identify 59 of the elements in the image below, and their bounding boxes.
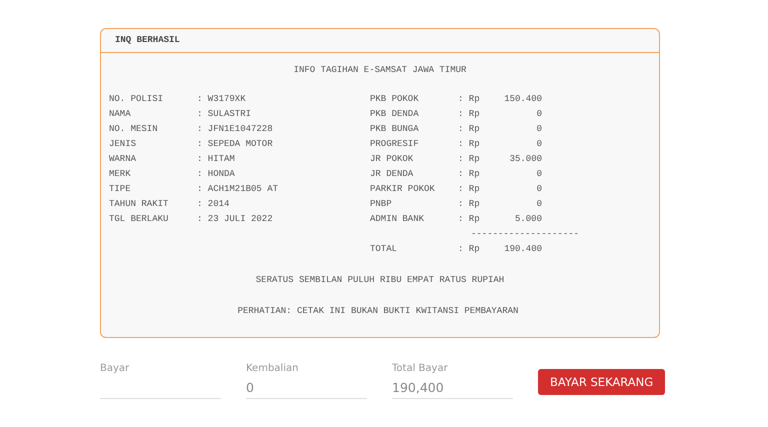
- field-label: NAMA: [109, 108, 132, 121]
- charge-label: PKB BUNGA: [370, 123, 420, 136]
- field-value: : HITAM: [197, 153, 236, 166]
- pay-now-button[interactable]: BAYAR SEKARANG: [538, 369, 666, 395]
- currency-label: : Rp: [458, 123, 481, 136]
- amount-value: 0: [536, 198, 542, 211]
- field-value: : HONDA: [197, 168, 236, 181]
- currency-label: : Rp: [458, 138, 481, 151]
- field-label: WARNA: [109, 153, 138, 166]
- input-field[interactable]: 0: [246, 377, 367, 399]
- receipt-title: INFO TAGIHAN E-SAMSAT JAWA TIMUR: [292, 64, 468, 77]
- amount-in-words: SERATUS SEMBILAN PULUH RIBU EMPAT RATUS RUPIAH: [254, 274, 506, 287]
- currency-label: : Rp: [458, 153, 481, 166]
- field-value: : W3179XK: [197, 93, 247, 106]
- field-value: : 2014: [197, 198, 230, 211]
- currency-label: : Rp: [458, 243, 481, 256]
- field-label: TGL BERLAKU: [109, 213, 170, 226]
- currency-label: : Rp: [458, 108, 481, 121]
- currency-label: : Rp: [458, 183, 481, 196]
- amount-value: 0: [536, 138, 542, 151]
- charge-label: JR POKOK: [370, 153, 414, 166]
- field-value: : ACH1M21B05 AT: [197, 183, 280, 196]
- currency-label: : Rp: [458, 93, 481, 106]
- charge-label: PARKIR POKOK: [370, 183, 436, 196]
- input-field[interactable]: 190,400: [392, 377, 513, 399]
- amount-value: 0: [536, 168, 542, 181]
- input-label: Total Bayar: [392, 362, 449, 375]
- amount-value: 35.000: [508, 153, 542, 166]
- amount-value: 190.400: [503, 243, 542, 256]
- field-value: : 23 JULI 2022: [197, 213, 274, 226]
- amount-value: 0: [536, 123, 542, 136]
- field-label: NO. POLISI: [109, 93, 164, 106]
- currency-label: : Rp: [458, 198, 481, 211]
- field-label: TIPE: [109, 183, 132, 196]
- receipt-header: INQ BERHASIL: [101, 29, 659, 53]
- field-label: NO. MESIN: [109, 123, 159, 136]
- input-label: Bayar: [100, 362, 130, 375]
- charge-label: JR DENDA: [370, 168, 414, 181]
- total-label: TOTAL: [370, 243, 398, 256]
- notice-text: PERHATIAN: CETAK INI BUKAN BUKTI KWITANSI PEMBAYARAN: [236, 305, 520, 318]
- input-label: Kembalian: [246, 362, 300, 375]
- field-label: MERK: [109, 168, 132, 181]
- field-value: : SULASTRI: [197, 108, 252, 121]
- field-label: TAHUN RAKIT: [109, 198, 170, 211]
- charge-label: PKB DENDA: [370, 108, 420, 121]
- field-label: JENIS: [109, 138, 138, 151]
- field-value: : SEPEDA MOTOR: [197, 138, 274, 151]
- charge-label: PROGRESIF: [370, 138, 420, 151]
- charge-label: PKB POKOK: [370, 93, 420, 106]
- amount-value: 5.000: [514, 213, 542, 226]
- amount-value: 150.400: [503, 93, 542, 106]
- separator-line: --------------------: [471, 229, 580, 239]
- charge-label: ADMIN BANK: [370, 213, 426, 226]
- charge-label: PNBP: [370, 198, 393, 211]
- currency-label: : Rp: [458, 168, 481, 181]
- currency-label: : Rp: [458, 213, 481, 226]
- amount-value: 0: [536, 183, 542, 196]
- amount-value: 0: [536, 108, 542, 121]
- field-value: : JFN1E1047228: [197, 123, 274, 136]
